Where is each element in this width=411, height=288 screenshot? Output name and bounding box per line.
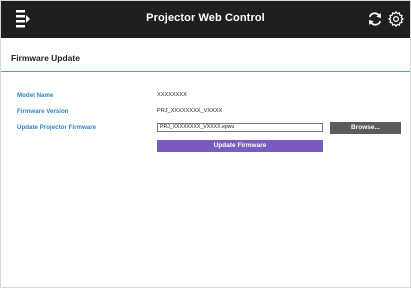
firmware-version-label: Firmware Version [17,108,69,115]
gear-icon[interactable] [387,10,405,28]
model-name-row: Model Name XXXXXXXX [1,92,410,106]
refresh-icon[interactable] [366,10,384,28]
page-title: Firmware Update [11,53,80,63]
model-name-value: XXXXXXXX [157,92,187,98]
update-firmware-button[interactable]: Update Firmware [157,140,323,152]
projector-web-control-window: Projector Web Control Firmware Update Mo… [0,0,411,288]
app-title: Projector Web Control [146,12,265,24]
firmware-file-input[interactable]: PRJ_XXXXXXXX_VXXXX.epwu [157,123,323,132]
update-firmware-label: Update Projector Firmware [17,124,97,131]
browse-button[interactable]: Browse... [330,122,401,134]
model-name-label: Model Name [17,92,54,99]
top-bar: Projector Web Control [1,1,410,38]
firmware-version-value: PRJ_XXXXXXXX_VXXXX [157,108,223,114]
firmware-version-row: Firmware Version PRJ_XXXXXXXX_VXXXX [1,108,410,122]
page-header: Firmware Update [1,38,410,72]
